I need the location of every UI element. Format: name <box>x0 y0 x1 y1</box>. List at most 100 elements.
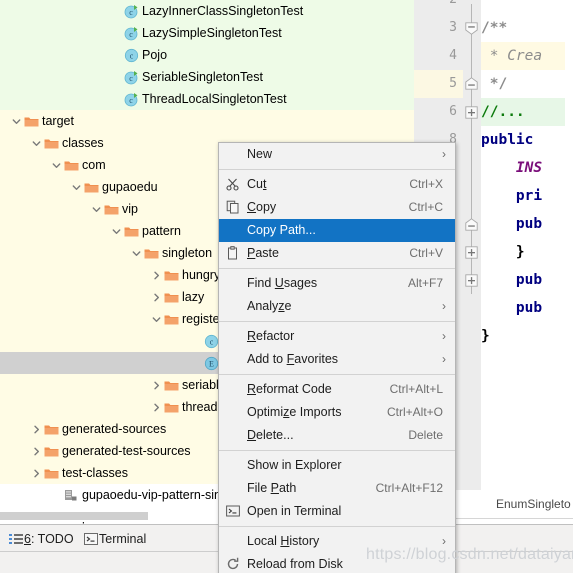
menu-item-cut[interactable]: Cut Ctrl+X <box>219 173 455 196</box>
menu-item-file-path[interactable]: File Path Ctrl+Alt+F12 <box>219 477 455 500</box>
chevron-right-icon[interactable] <box>150 264 163 286</box>
menu-item-shortcut: Ctrl+C <box>408 200 443 214</box>
svg-text:c: c <box>129 8 133 17</box>
menu-item-label: Reformat Code <box>247 382 332 396</box>
fold-expand-folded-region[interactable] <box>465 106 478 119</box>
menu-item-shortcut: Ctrl+Alt+F12 <box>375 481 443 495</box>
fold-collapse-javadoc-end[interactable] <box>465 77 478 90</box>
menu-item-shortcut: Ctrl+Alt+L <box>389 382 443 396</box>
chevron-down-icon[interactable] <box>150 308 163 330</box>
tree-row[interactable]: c LazySimpleSingletonTest <box>0 22 414 44</box>
menu-item-paste[interactable]: Paste Ctrl+V <box>219 242 455 265</box>
menu-item-analyze[interactable]: Analyze › <box>219 295 455 318</box>
menu-item-shortcut: Ctrl+X <box>409 177 443 191</box>
chevron-right-icon[interactable] <box>150 396 163 418</box>
folder-icon <box>103 198 120 220</box>
menu-item-label: Delete... <box>247 428 294 442</box>
class-test-icon: c <box>123 0 140 22</box>
tree-row[interactable]: target <box>0 110 414 132</box>
code-token: pub <box>481 216 543 232</box>
menu-item-label: Refactor <box>247 329 295 343</box>
menu-item-shortcut: Delete <box>408 428 443 442</box>
menu-item-local-history[interactable]: Local History › <box>219 530 455 553</box>
fold-collapse-javadoc[interactable] <box>465 22 478 35</box>
tree-item-label: LazyInnerClassSingletonTest <box>142 4 304 18</box>
code-line: */ <box>481 70 573 98</box>
class-icon: c <box>123 44 140 66</box>
folder-icon <box>123 220 140 242</box>
fold-expand-method-2[interactable] <box>465 246 478 259</box>
menu-item-find-usages[interactable]: Find Usages Alt+F7 <box>219 272 455 295</box>
menu-item-reformat-code[interactable]: Reformat Code Ctrl+Alt+L <box>219 378 455 401</box>
todo-label: : TODO <box>30 532 74 546</box>
chevron-right-icon[interactable] <box>30 418 43 440</box>
tree-item-label: generated-sources <box>62 422 167 436</box>
tree-row[interactable]: c Pojo <box>0 44 414 66</box>
line-number: 2 <box>417 0 457 14</box>
menu-item-label: Cut <box>247 177 267 191</box>
menu-item-delete[interactable]: Delete... Delete <box>219 424 455 447</box>
tree-row[interactable]: c LazyInnerClassSingletonTest <box>0 0 414 22</box>
menu-separator <box>219 450 455 451</box>
folder-icon <box>163 374 180 396</box>
chevron-down-icon[interactable] <box>130 242 143 264</box>
file-context-menu[interactable]: New › Cut Ctrl+X Copy Ctrl+C Copy Path... Paste… <box>218 142 456 573</box>
chevron-right-icon[interactable] <box>150 374 163 396</box>
svg-text:c: c <box>129 74 133 83</box>
code-folding-strip[interactable] <box>463 0 481 490</box>
menu-separator <box>219 268 455 269</box>
chevron-right-icon[interactable] <box>150 286 163 308</box>
chevron-down-icon[interactable] <box>10 110 23 132</box>
chevron-down-icon[interactable] <box>110 220 123 242</box>
chevron-down-icon[interactable] <box>30 132 43 154</box>
fold-collapse-method[interactable] <box>465 218 478 231</box>
menu-item-copy[interactable]: Copy Ctrl+C <box>219 196 455 219</box>
todo-number: 6 <box>24 532 31 546</box>
svg-text:c: c <box>210 338 214 347</box>
tree-row[interactable]: c ThreadLocalSingletonTest <box>0 88 414 110</box>
menu-item-shortcut: Ctrl+V <box>409 246 443 260</box>
tool-button-todo[interactable]: 6: TODO <box>8 529 74 549</box>
menu-separator <box>219 526 455 527</box>
menu-item-open-in-terminal[interactable]: Open in Terminal <box>219 500 455 523</box>
editor-vertical-scrollbar[interactable] <box>565 0 573 490</box>
menu-item-add-to-favorites[interactable]: Add to Favorites › <box>219 348 455 371</box>
menu-item-refactor[interactable]: Refactor › <box>219 325 455 348</box>
reload-icon <box>225 553 241 573</box>
fold-expand-method-3[interactable] <box>465 274 478 287</box>
tree-row[interactable]: c SeriableSingletonTest <box>0 66 414 88</box>
menu-item-label: File Path <box>247 481 297 495</box>
menu-item-copy-path[interactable]: Copy Path... <box>219 219 455 242</box>
tree-item-label: LazySimpleSingletonTest <box>142 26 282 40</box>
chevron-down-icon[interactable] <box>70 176 83 198</box>
menu-item-reload-from-disk[interactable]: Reload from Disk <box>219 553 455 573</box>
code-line: pub <box>481 294 573 322</box>
iml-icon <box>63 484 80 506</box>
tree-item-label: vip <box>122 202 138 216</box>
tree-item-label: classes <box>62 136 104 150</box>
code-line: pub <box>481 210 573 238</box>
menu-item-show-in-explorer[interactable]: Show in Explorer <box>219 454 455 477</box>
scrollbar-thumb[interactable] <box>0 512 148 520</box>
submenu-chevron-right-icon: › <box>442 352 446 366</box>
menu-item-optimize-imports[interactable]: Optimize Imports Ctrl+Alt+O <box>219 401 455 424</box>
chevron-right-icon[interactable] <box>30 462 43 484</box>
breadcrumb-class-name[interactable]: EnumSingleto <box>496 497 571 511</box>
chevron-down-icon[interactable] <box>90 198 103 220</box>
terminal-label: Terminal <box>99 532 147 546</box>
chevron-right-icon[interactable] <box>30 440 43 462</box>
tool-button-terminal[interactable]: Terminal <box>83 529 146 549</box>
menu-item-new[interactable]: New › <box>219 143 455 166</box>
chevron-down-icon[interactable] <box>50 154 63 176</box>
code-token: INS <box>481 160 543 176</box>
code-text-area[interactable]: /** * Crea */ //... public INS pri pub } p… <box>481 0 573 490</box>
